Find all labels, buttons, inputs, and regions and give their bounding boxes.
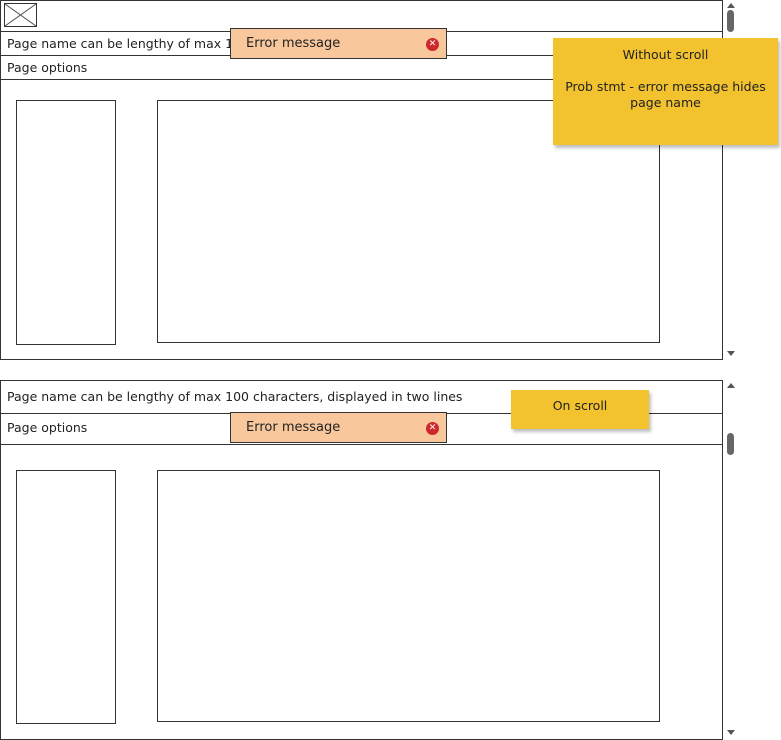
top-page-options[interactable]: Page options [7, 60, 87, 76]
bottom-page-options[interactable]: Page options [7, 420, 87, 436]
note-without-scroll: Without scroll Prob stmt - error message… [553, 38, 778, 145]
image-placeholder-icon [4, 3, 37, 27]
bottom-scrollbar[interactable] [722, 380, 738, 740]
top-error-text: Error message [246, 36, 341, 51]
scroll-up-icon[interactable] [727, 3, 735, 8]
top-page-name: Page name can be lengthy of max 100 [7, 36, 249, 51]
close-icon[interactable]: ✕ [426, 422, 439, 435]
bottom-scroll-thumb[interactable] [727, 433, 734, 455]
top-error-message: Error message ✕ [230, 28, 447, 59]
scroll-up-icon[interactable] [727, 383, 735, 388]
bottom-error-text: Error message [246, 420, 341, 435]
close-icon[interactable]: ✕ [426, 38, 439, 51]
note-without-scroll-title: Without scroll [622, 47, 709, 62]
note-on-scroll: On scroll [511, 390, 649, 429]
bottom-left-panel [16, 470, 116, 724]
note-without-scroll-line1: Prob stmt - error message hides [565, 79, 766, 94]
top-left-panel [16, 100, 116, 345]
top-scroll-thumb[interactable] [727, 10, 734, 32]
bottom-page-name: Page name can be lengthy of max 100 char… [7, 389, 463, 404]
bottom-main-panel [157, 470, 660, 722]
note-on-scroll-title: On scroll [552, 398, 608, 413]
bottom-options-divider [0, 444, 722, 445]
scroll-down-icon[interactable] [727, 351, 735, 356]
note-without-scroll-line2: page name [630, 95, 701, 110]
scroll-down-icon[interactable] [727, 730, 735, 735]
logo-placeholder-image [4, 3, 37, 27]
bottom-error-message: Error message ✕ [230, 412, 447, 443]
